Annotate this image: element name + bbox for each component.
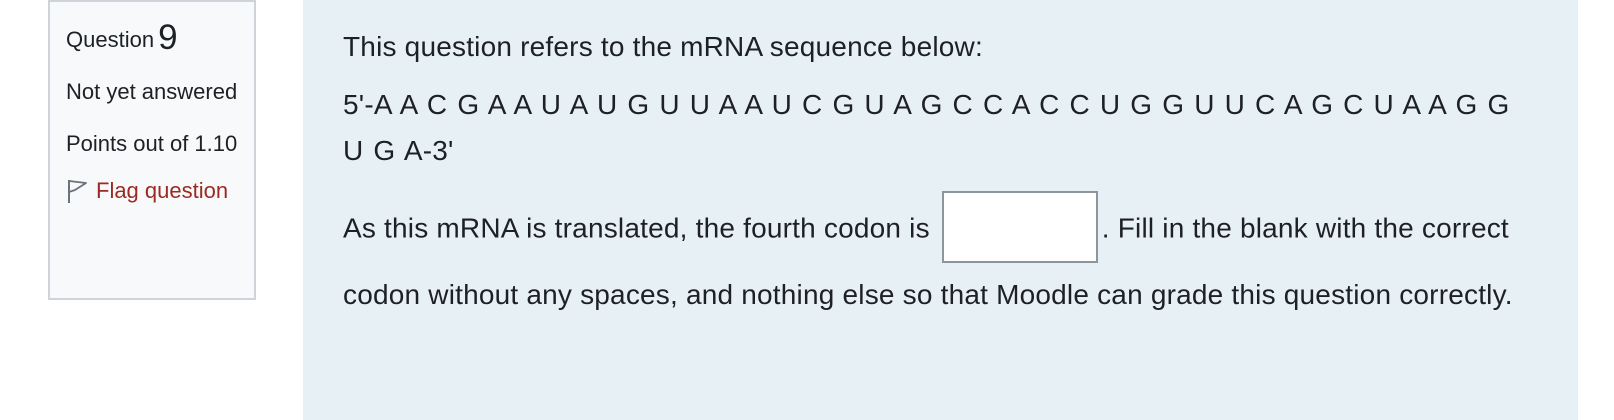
question-label: Question [66, 27, 155, 52]
mrna-sequence: 5'-A A C G A A U A U G U U A A U C G U A… [343, 89, 1510, 166]
question-state: Not yet answered [66, 79, 238, 104]
question-page: Question 9 Not yet answered Points out of… [0, 0, 1614, 420]
question-prompt: As this mRNA is translated, the fourth c… [343, 191, 1538, 324]
question-content: This question refers to the mRNA sequenc… [303, 0, 1578, 420]
flag-question-label: Flag question [96, 178, 229, 203]
prompt-text-before: As this mRNA is translated, the fourth c… [343, 212, 930, 244]
flag-icon [68, 180, 87, 203]
question-info-panel: Question 9 Not yet answered Points out of… [48, 0, 256, 300]
question-intro: This question refers to the mRNA sequenc… [343, 31, 983, 62]
answer-input[interactable] [941, 191, 1098, 263]
question-number-heading: Question 9 [66, 18, 238, 58]
question-number: 9 [158, 18, 178, 57]
question-grade: Points out of 1.10 [66, 131, 238, 156]
flag-question-link[interactable]: Flag question [66, 178, 238, 204]
